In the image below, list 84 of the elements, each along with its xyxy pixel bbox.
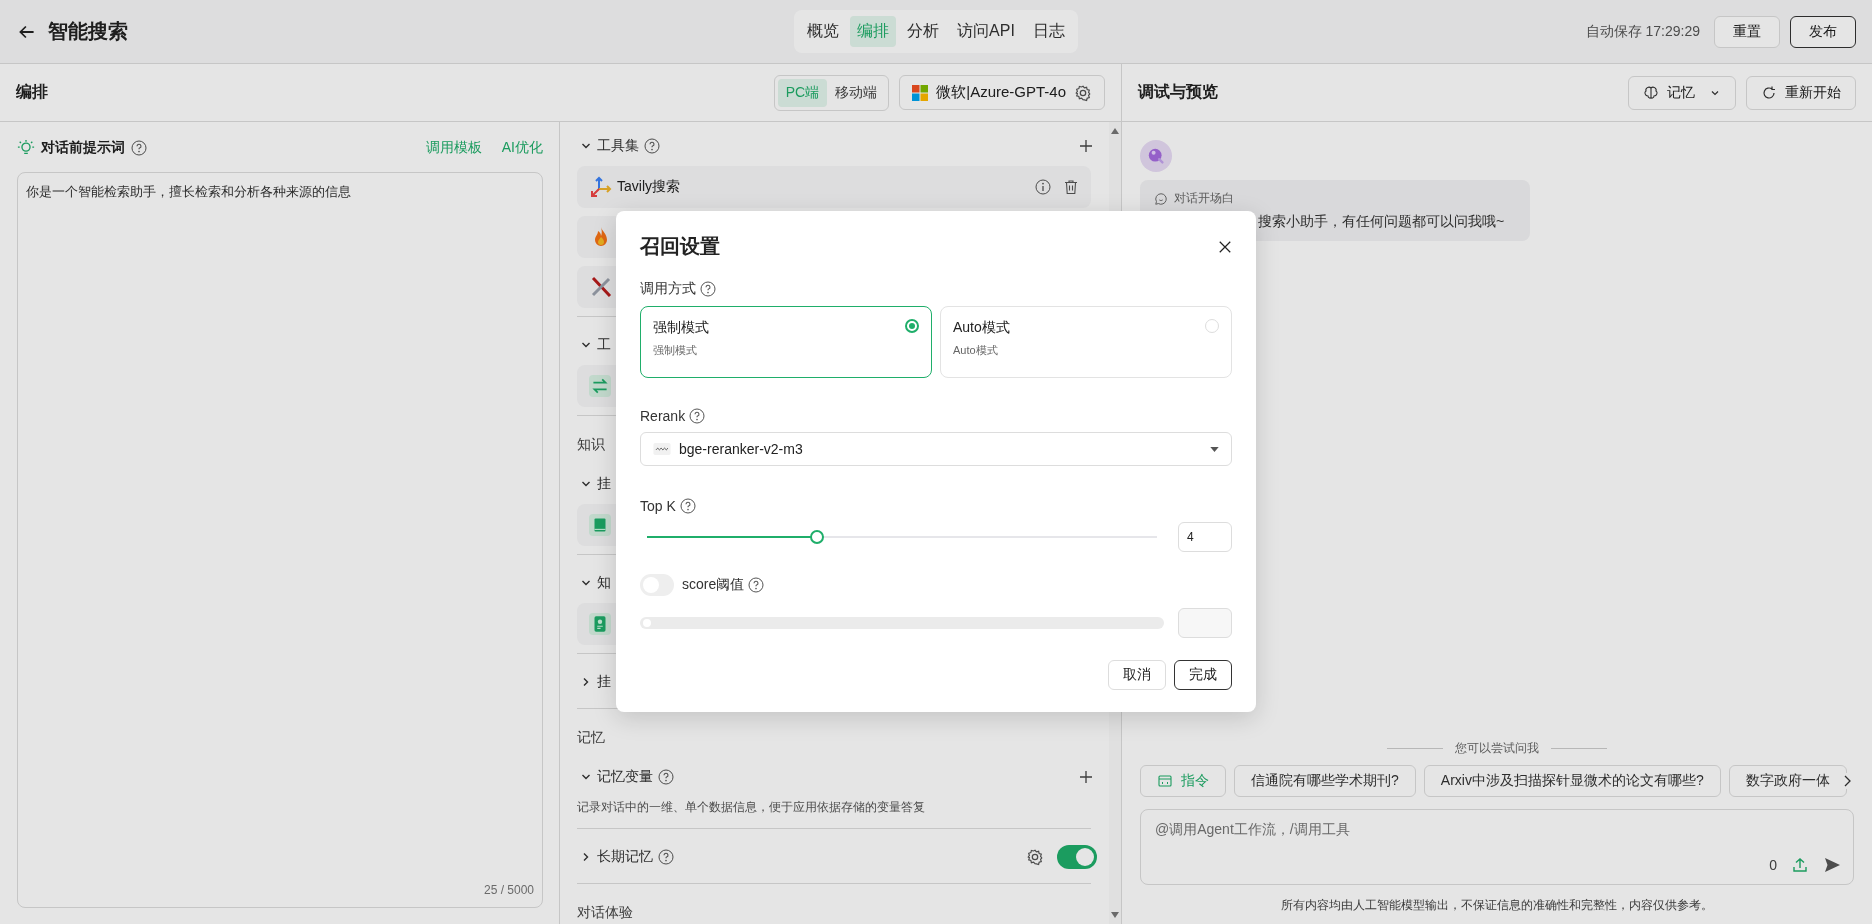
suggestion-chip[interactable]: 信通院有哪些学术期刊? [1234, 765, 1416, 797]
disclaimer-text: 所有内容均由人工智能模型输出，不保证信息的准确性和完整性，内容仅供参考。 [1280, 897, 1714, 914]
group-description: 记录对话中的一维、单个数据信息，便于应用依据存储的变量答复 [577, 799, 926, 816]
settings-icon [1074, 83, 1092, 102]
reset-button[interactable]: 重置 [1714, 15, 1780, 48]
axes-icon [589, 175, 613, 199]
crossed-swords-icon [589, 275, 613, 299]
tool-item[interactable]: Tavily搜索 [577, 166, 1091, 208]
document-icon [589, 613, 611, 635]
done-button[interactable]: 完成 [1174, 660, 1232, 690]
tool-name: Tavily搜索 [617, 178, 680, 196]
mode-option-card[interactable]: 强制模式 强制模式 [640, 306, 932, 378]
character-count: 0 [1769, 857, 1777, 873]
delete-icon[interactable] [1063, 179, 1079, 195]
field-label: score阈值 [682, 576, 745, 594]
top-k-input[interactable]: 4 [1178, 522, 1232, 552]
group-title: 记忆变量 [597, 768, 653, 786]
panel-title: 编排 [16, 82, 49, 102]
model-logo-icon [653, 443, 671, 455]
greeting-label: 对话开场白 [1174, 190, 1234, 207]
refresh-icon [1761, 84, 1777, 101]
radio-button[interactable] [905, 319, 919, 333]
dialog-title: 召回设置 [640, 234, 720, 259]
suggestion-chip[interactable]: Arxiv中涉及扫描探针显微术的论文有哪些? [1423, 765, 1721, 797]
help-icon [689, 408, 706, 424]
send-icon[interactable] [1823, 856, 1841, 874]
prompt-textarea[interactable]: 你是一个智能检索助手，擅长检索和分析各种来源的信息 25 / 5000 [17, 172, 543, 908]
settings-icon[interactable] [1026, 848, 1044, 866]
chat-input[interactable]: @调用Agent工作流，/调用工具 [1153, 820, 1841, 838]
group-title: 工具集 [597, 137, 639, 155]
upload-icon[interactable] [1791, 856, 1809, 874]
group-title: 挂 [597, 475, 611, 493]
nav-tab[interactable]: 访问API [950, 16, 1022, 47]
toggle-switch[interactable] [1057, 845, 1097, 869]
device-tab[interactable]: 移动端 [827, 78, 886, 107]
bot-avatar [1140, 140, 1172, 172]
suggestion-chip[interactable]: 数字政府一体 [1728, 765, 1847, 797]
cancel-button[interactable]: 取消 [1108, 660, 1166, 690]
restart-button[interactable]: 重新开始 [1746, 75, 1856, 110]
memory-button[interactable]: 记忆 [1628, 75, 1736, 110]
chat-icon [1154, 191, 1168, 206]
field-label: 调用方式 [640, 280, 696, 298]
greeting-text: 搜索小助手，有任何问题都可以问我哦~ [1257, 213, 1506, 231]
autosave-status: 自动保存 17:29:29 [1585, 22, 1700, 41]
app-title: 智能搜索 [48, 19, 128, 44]
help-icon [131, 140, 147, 156]
rerank-select[interactable]: bge-reranker-v2-m3 [640, 432, 1232, 466]
prompt-title: 对话前提示词 [41, 139, 125, 157]
nav-tab[interactable]: 概览 [800, 16, 847, 47]
add-icon[interactable] [1079, 139, 1093, 153]
field-label: Top K [640, 498, 676, 514]
group-title: 工 [597, 336, 611, 354]
mode-description: 强制模式 [653, 343, 698, 358]
mode-description: Auto模式 [953, 343, 999, 358]
book-icon [589, 514, 611, 536]
nav-tab[interactable]: 日志 [1025, 16, 1072, 47]
info-icon[interactable] [1035, 179, 1051, 195]
panel-title: 调试与预览 [1138, 82, 1219, 102]
section-label: 对话体验 [577, 903, 633, 922]
help-icon [679, 498, 696, 514]
section-label: 记忆 [577, 728, 605, 747]
field-label: Rerank [640, 408, 686, 424]
dropdown-caret-icon [1210, 446, 1219, 452]
group-title: 知 [597, 574, 611, 592]
group-title: 长期记忆 [597, 848, 653, 866]
publish-button[interactable]: 发布 [1790, 15, 1856, 48]
add-icon[interactable] [1079, 770, 1093, 784]
nav-tab[interactable]: 分析 [900, 16, 947, 47]
command-icon [1157, 773, 1173, 789]
character-counter: 25 / 5000 [483, 883, 534, 897]
group-title: 挂 [597, 673, 611, 691]
lightbulb-icon [17, 139, 35, 157]
model-selector[interactable]: 微软|Azure-GPT-4o [899, 75, 1105, 110]
mode-option-card[interactable]: Auto模式 Auto模式 [940, 306, 1232, 378]
brain-icon [1643, 84, 1659, 101]
suggestions-title: 您可以尝试问我 [1455, 740, 1539, 757]
mode-title: 强制模式 [653, 319, 709, 337]
help-icon [748, 577, 765, 593]
windows-logo-icon [912, 84, 929, 101]
close-icon[interactable] [1218, 239, 1232, 254]
help-icon [700, 281, 716, 297]
swap-icon [589, 375, 611, 397]
mode-title: Auto模式 [953, 319, 1010, 337]
section-label: 知识 [577, 435, 605, 454]
